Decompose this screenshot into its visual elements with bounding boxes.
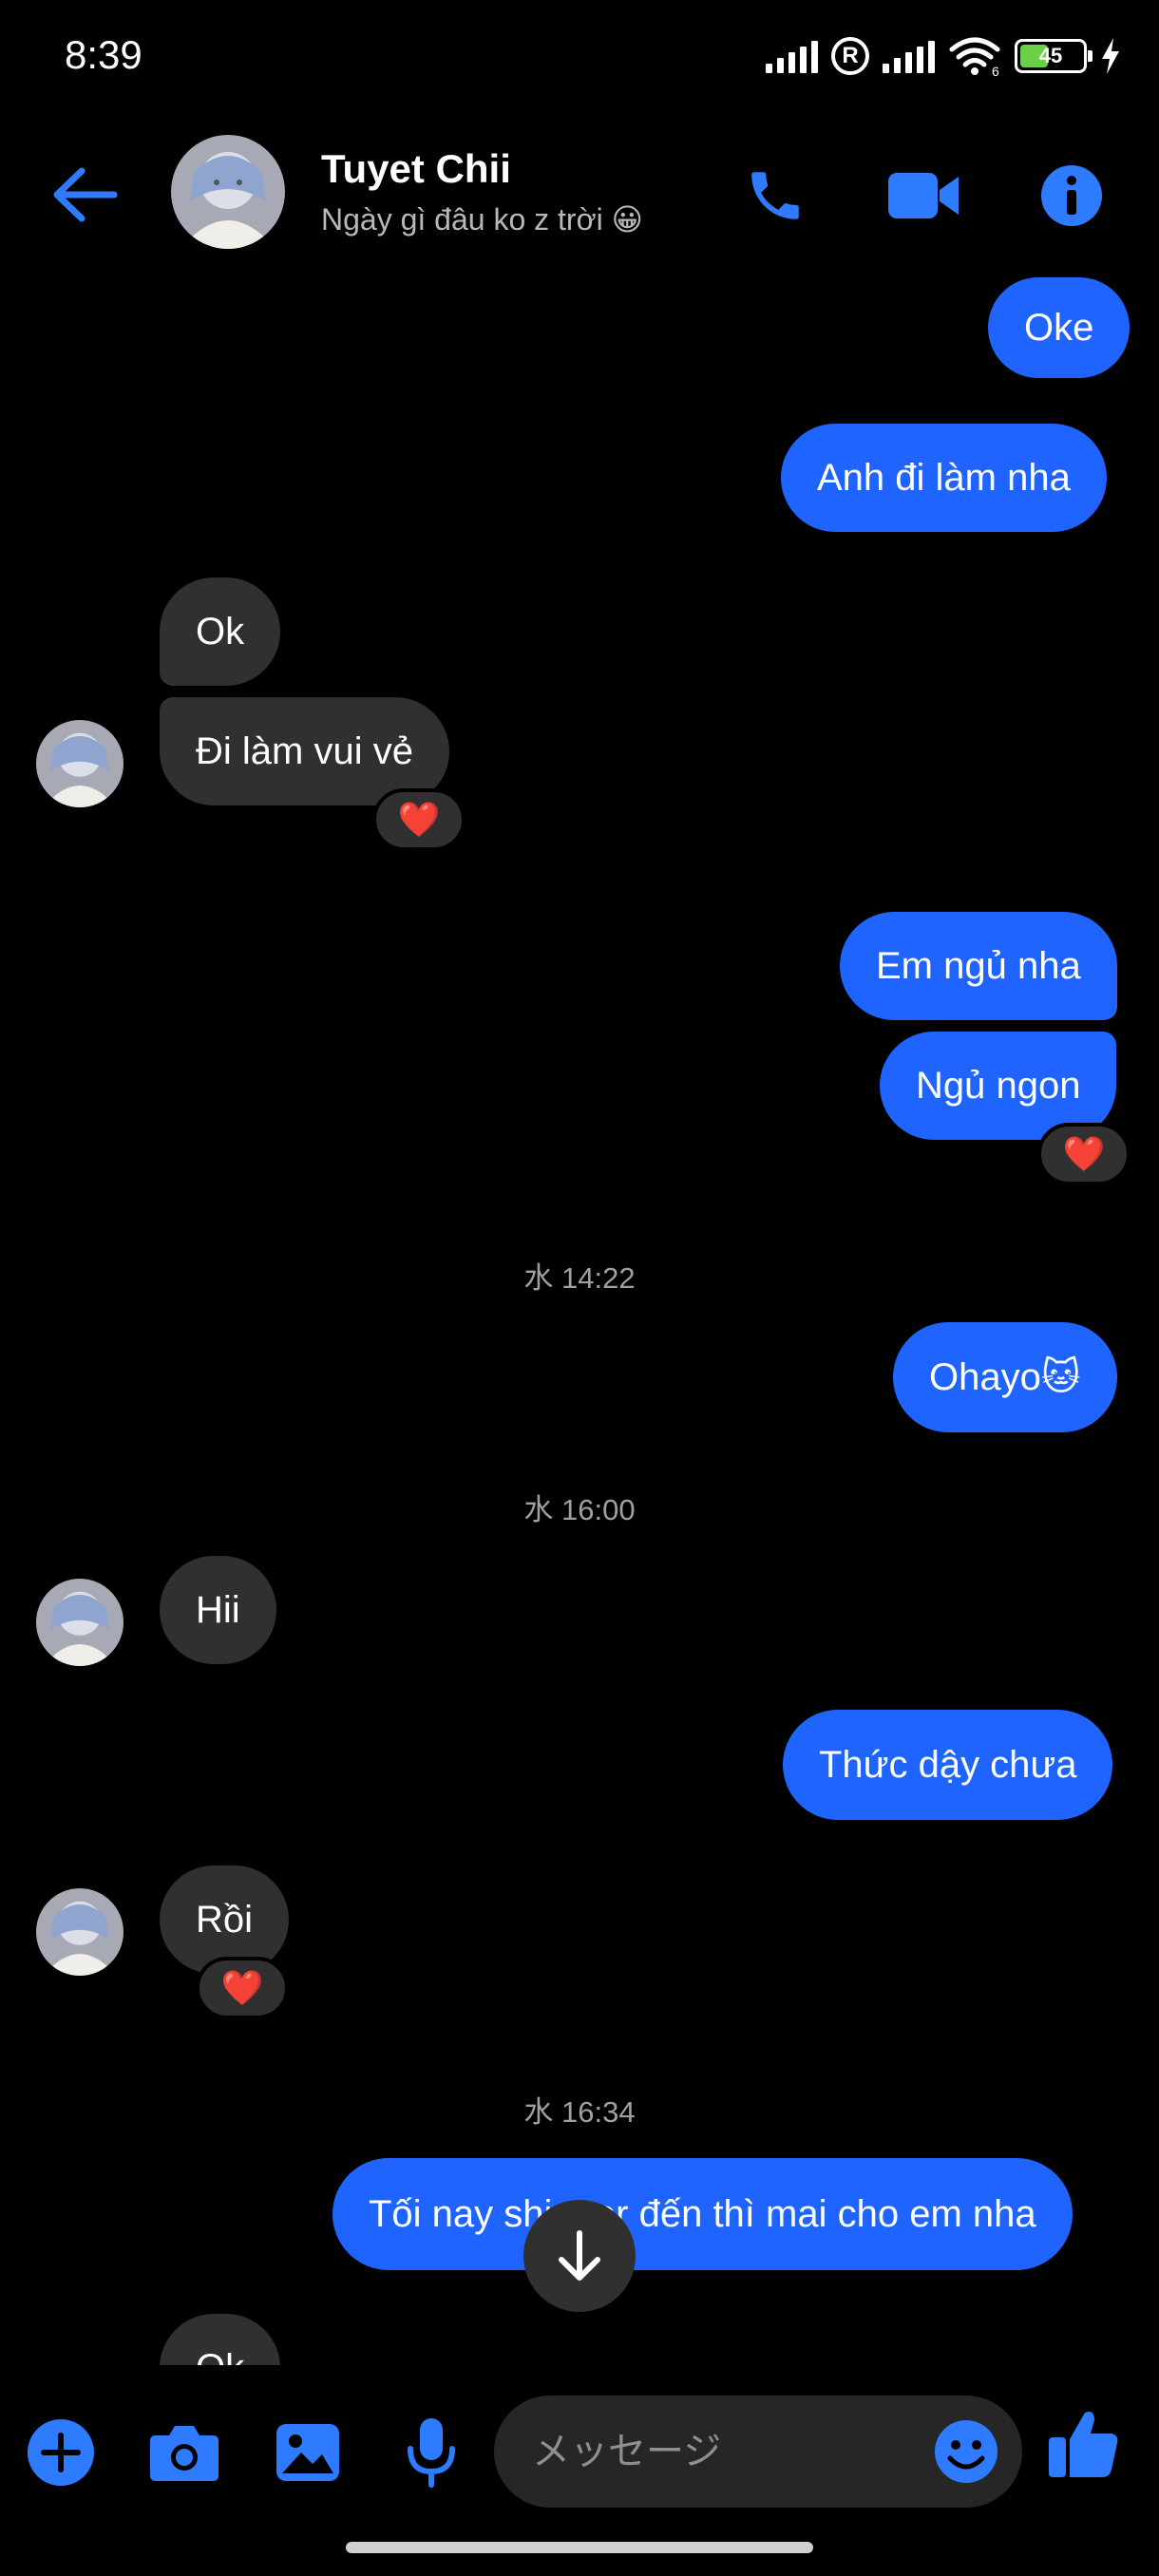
plus-button[interactable] [21,2413,101,2492]
back-button[interactable] [48,161,124,228]
message-composer [0,2365,1159,2527]
arrow-down-icon [559,2230,600,2281]
timestamp: 水 16:00 [523,1493,636,1526]
sender-avatar[interactable] [36,720,124,807]
status-bar: 8:39 R 6 45 [0,0,1159,114]
svg-text:6: 6 [992,64,999,76]
message-sent[interactable]: Ohayo🐱 [893,1322,1117,1432]
sender-avatar[interactable] [36,1888,124,1976]
microphone-icon [408,2418,455,2488]
signal-icon-2 [883,39,935,73]
sender-avatar[interactable] [36,1579,124,1666]
call-button[interactable] [737,158,813,234]
emoji-icon[interactable] [933,2418,999,2485]
message-sent[interactable]: Anh đi làm nha [781,424,1107,532]
gallery-icon [276,2424,339,2481]
video-camera-icon [888,173,959,218]
message-sent[interactable]: Tối nay shipper đến thì mai cho em nha [332,2158,1073,2270]
message-received[interactable]: Hii [160,1556,276,1664]
heart-reaction[interactable]: ❤️ [372,788,466,851]
camera-icon [150,2426,218,2481]
message-sent[interactable]: Em ngủ nha [840,912,1117,1020]
info-icon [1041,165,1102,226]
heart-reaction[interactable]: ❤️ [1037,1123,1130,1185]
message-sent[interactable]: Thức dậy chưa [783,1710,1113,1820]
contact-status: Ngày gì đâu ko z trời 😀 [321,202,643,237]
like-button[interactable] [1043,2403,1123,2483]
status-icons: R 6 45 [766,36,1121,76]
message-input-container[interactable] [494,2396,1022,2508]
scroll-to-bottom-button[interactable] [523,2200,636,2312]
message-sent[interactable]: Oke [988,277,1130,378]
conversation-header: Tuyet Chii Ngày gì đâu ko z trời 😀 [0,123,1159,256]
gallery-button[interactable] [268,2413,348,2492]
contact-name[interactable]: Tuyet Chii [321,146,511,192]
timestamp: 水 14:22 [523,1261,636,1295]
arrow-left-icon [53,167,118,222]
plus-icon [28,2419,94,2486]
timestamp: 水 16:34 [523,2095,636,2129]
contact-avatar[interactable] [171,135,285,249]
registered-icon: R [831,37,869,75]
camera-button[interactable] [144,2413,224,2492]
voice-button[interactable] [391,2413,471,2492]
wifi-icon: 6 [949,37,1000,76]
message-received[interactable]: Ok [160,578,281,686]
charging-icon [1102,38,1119,74]
status-time: 8:39 [65,32,142,77]
signal-icon [766,39,818,73]
phone-icon [751,172,799,219]
home-indicator[interactable] [346,2542,813,2553]
battery-icon: 45 [1015,39,1092,73]
info-button[interactable] [1034,158,1110,234]
battery-percent: 45 [1038,44,1063,67]
video-call-button[interactable] [885,158,961,234]
message-input[interactable] [532,2396,931,2508]
heart-reaction[interactable]: ❤️ [196,1957,289,2019]
thumbs-up-icon [1049,2412,1118,2477]
